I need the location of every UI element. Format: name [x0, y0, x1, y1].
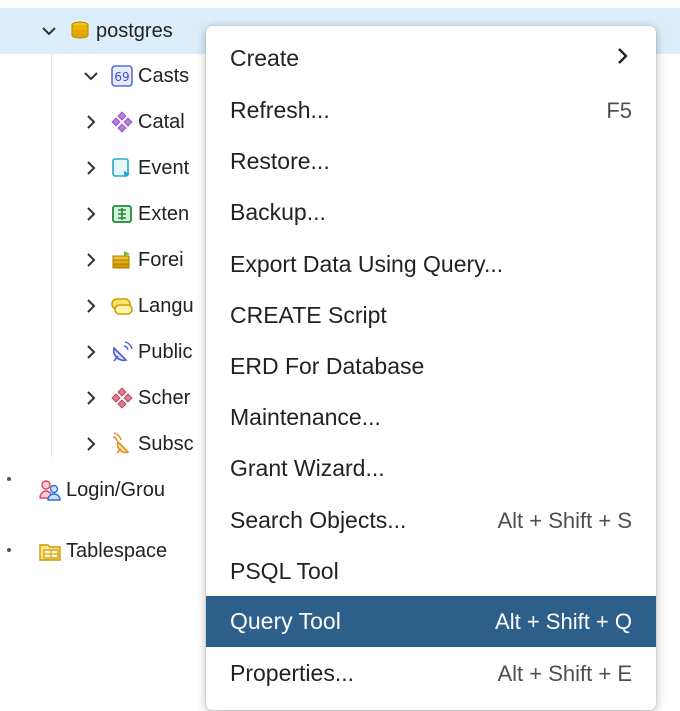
chevron-right-icon[interactable]	[80, 111, 102, 133]
chevron-right-icon[interactable]	[80, 203, 102, 225]
tree-node-tablespaces[interactable]: Tablespace	[38, 528, 167, 574]
menu-item-maintenance[interactable]: Maintenance...	[206, 392, 656, 443]
languages-icon	[110, 294, 134, 318]
schemas-icon	[110, 386, 134, 410]
catalogs-icon	[110, 110, 134, 134]
menu-item-label: PSQL Tool	[230, 558, 339, 584]
menu-item-label: CREATE Script	[230, 302, 387, 328]
chevron-right-icon[interactable]	[80, 433, 102, 455]
menu-item-label: Grant Wizard...	[230, 455, 385, 481]
menu-item-label: Properties...	[230, 660, 354, 686]
menu-item-label: Export Data Using Query...	[230, 251, 504, 277]
tree-node-label: Exten	[138, 202, 190, 225]
menu-item-label: Query Tool	[230, 608, 341, 634]
tree-node-label: Scher	[138, 386, 191, 409]
tree-node-label: Login/Grou	[66, 478, 165, 501]
tree-node-login-group-roles[interactable]: Login/Grou	[38, 467, 165, 513]
tree-node-label: Event	[138, 156, 190, 179]
chevron-right-icon	[614, 45, 632, 73]
svg-text:69: 69	[114, 70, 129, 84]
menu-item-query-tool[interactable]: Query Tool Alt + Shift + Q	[206, 596, 656, 647]
menu-item-shortcut: Alt + Shift + S	[497, 507, 632, 533]
menu-item-label: Restore...	[230, 148, 330, 174]
menu-item-shortcut: Alt + Shift + E	[497, 660, 632, 686]
chevron-right-icon[interactable]	[80, 157, 102, 179]
menu-item-restore[interactable]: Restore...	[206, 136, 656, 187]
tree-node-publications[interactable]: Public	[80, 329, 192, 375]
tree-node-label: Tablespace	[66, 539, 168, 562]
tree-node-catalogs[interactable]: Catal	[80, 99, 185, 145]
menu-item-label: ERD For Database	[230, 353, 425, 379]
menu-item-create[interactable]: Create	[206, 33, 656, 84]
menu-item-properties[interactable]: Properties... Alt + Shift + E	[206, 648, 656, 699]
tree-node-casts[interactable]: 69 Casts	[80, 53, 189, 99]
chevron-right-icon[interactable]	[80, 387, 102, 409]
chevron-right-icon[interactable]	[80, 295, 102, 317]
tree-node-label: Subsc	[138, 432, 194, 455]
menu-item-label: Create	[230, 45, 300, 71]
menu-item-label: Maintenance...	[230, 404, 381, 430]
tree-node-label: Langu	[138, 294, 194, 317]
tree-node-extensions[interactable]: Exten	[80, 191, 189, 237]
casts-icon: 69	[110, 64, 134, 88]
tree-collapsed-marker	[7, 548, 11, 552]
tree-collapsed-marker	[7, 477, 11, 481]
extensions-icon	[110, 202, 134, 226]
tree-node-label: Public	[138, 340, 193, 363]
tree-node-foreign-data-wrappers[interactable]: Forei	[80, 237, 184, 283]
chevron-down-icon[interactable]	[80, 65, 102, 87]
menu-item-erd-for-database[interactable]: ERD For Database	[206, 341, 656, 392]
tree-node-languages[interactable]: Langu	[80, 283, 194, 329]
menu-item-label: Search Objects...	[230, 507, 407, 533]
publications-icon	[110, 340, 134, 364]
tree-node-event-triggers[interactable]: Event	[80, 145, 189, 191]
chevron-down-icon[interactable]	[38, 20, 60, 42]
tree-node-schemas[interactable]: Scher	[80, 375, 190, 421]
menu-item-refresh[interactable]: Refresh... F5	[206, 85, 656, 136]
menu-item-search-objects[interactable]: Search Objects... Alt + Shift + S	[206, 495, 656, 546]
tree-node-subscriptions[interactable]: Subsc	[80, 421, 194, 467]
menu-item-shortcut: F5	[606, 97, 632, 123]
menu-item-backup[interactable]: Backup...	[206, 187, 656, 238]
menu-item-shortcut: Alt + Shift + Q	[495, 608, 632, 634]
menu-item-label: Refresh...	[230, 97, 330, 123]
tree-node-label: postgres	[96, 19, 173, 42]
menu-item-psql-tool[interactable]: PSQL Tool	[206, 546, 656, 597]
tree-node-label: Forei	[138, 248, 184, 271]
menu-item-label: Backup...	[230, 199, 326, 225]
tablespaces-icon	[38, 539, 62, 563]
tree-node-label: Casts	[138, 64, 190, 87]
database-icon	[68, 19, 92, 43]
tree-node-label: Catal	[138, 110, 185, 133]
chevron-right-icon[interactable]	[80, 249, 102, 271]
menu-item-grant-wizard[interactable]: Grant Wizard...	[206, 443, 656, 494]
login-group-roles-icon	[38, 478, 62, 502]
menu-item-export-data-using-query[interactable]: Export Data Using Query...	[206, 239, 656, 290]
chevron-right-icon[interactable]	[80, 341, 102, 363]
subscriptions-icon	[110, 432, 134, 456]
foreign-data-wrappers-icon	[110, 248, 134, 272]
context-menu: Create Refresh... F5 Restore... Backup..…	[206, 26, 656, 710]
menu-item-create-script[interactable]: CREATE Script	[206, 290, 656, 341]
event-triggers-icon	[110, 156, 134, 180]
tree-guide-line	[51, 42, 52, 457]
